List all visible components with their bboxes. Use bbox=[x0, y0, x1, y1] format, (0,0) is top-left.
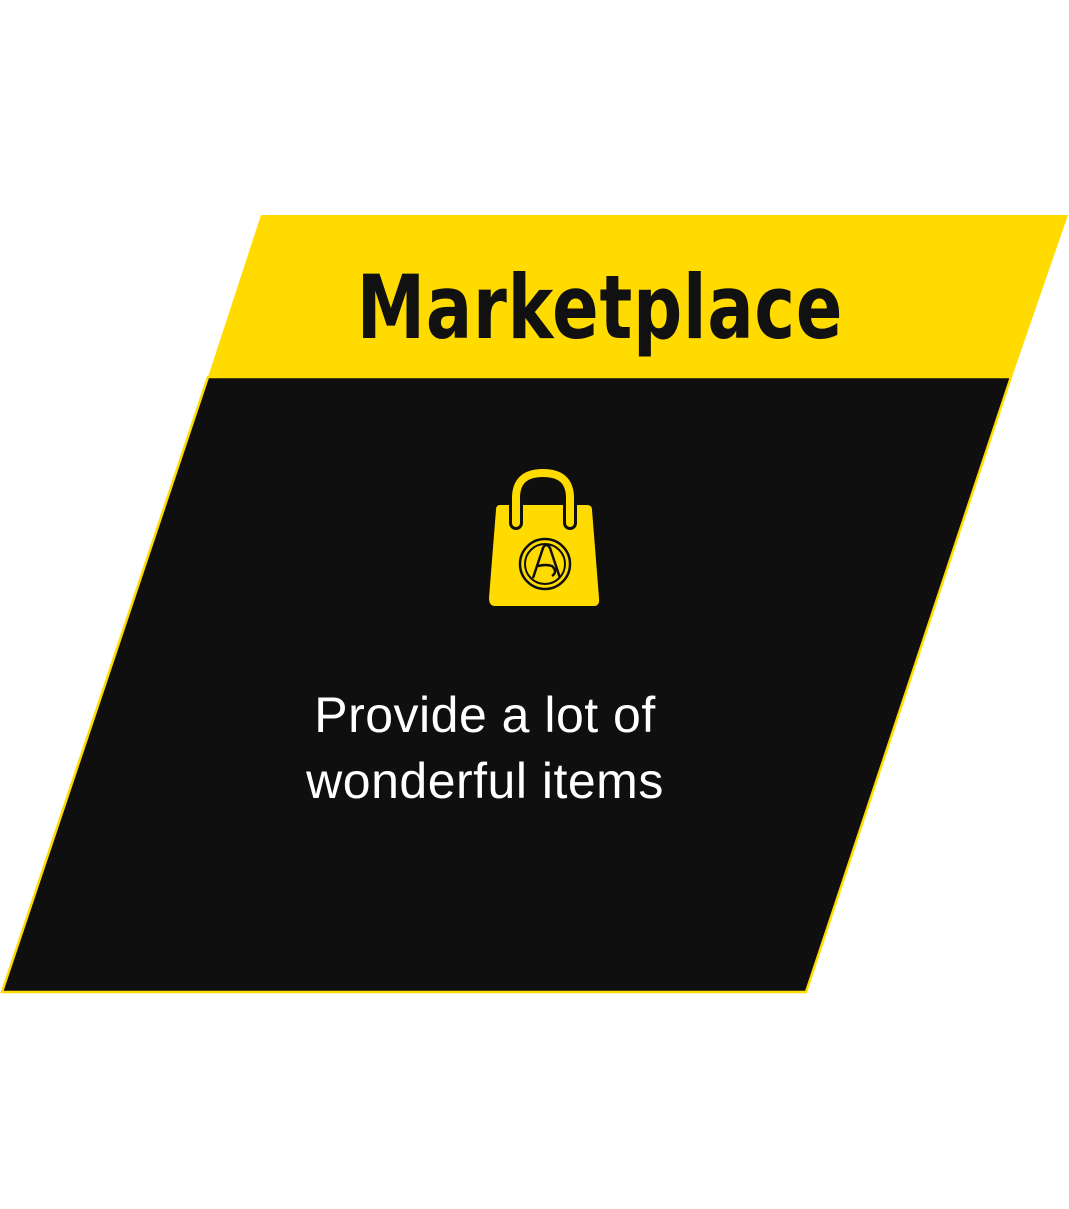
card-title: Marketplace bbox=[356, 256, 844, 359]
shopping-bag-icon bbox=[489, 468, 600, 606]
card-description: Provide a lot of wonderful items bbox=[306, 687, 664, 809]
